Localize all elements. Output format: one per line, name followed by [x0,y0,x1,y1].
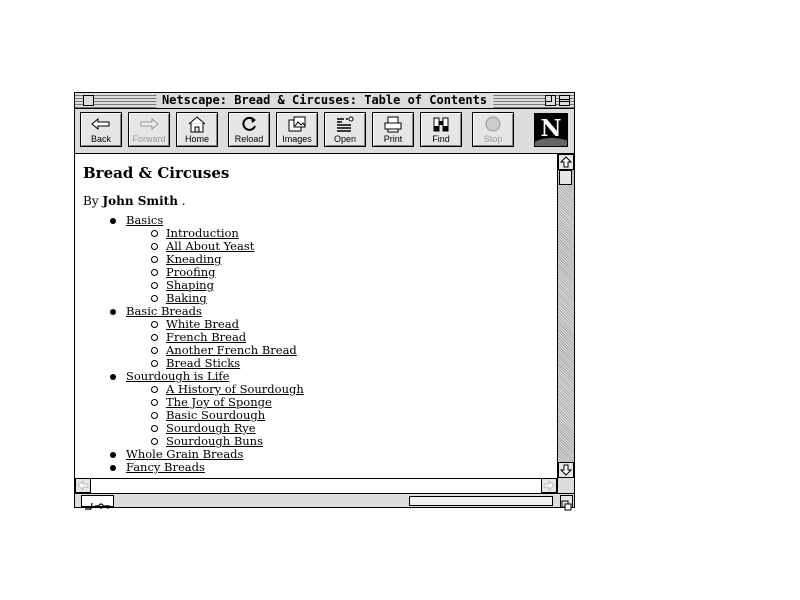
status-bar [75,493,574,511]
toc-item: White Bread [75,318,545,331]
toc-section: Basics [75,214,545,227]
open-button-label: Open [333,134,357,144]
images-icon [277,115,317,134]
vertical-scrollbar[interactable] [558,154,574,478]
stop-icon [473,115,513,134]
toolbar: Back Forward Home Reload Images Open Pri… [75,109,574,154]
toc-item: All About Yeast [75,240,545,253]
open-button[interactable]: Open [324,112,366,147]
horizontal-scrollbar[interactable] [75,478,558,493]
toc-item-link[interactable]: Shaping [166,279,545,292]
close-box[interactable] [83,95,94,106]
forward-arrow-icon [129,115,169,134]
home-button-label: Home [184,134,209,144]
toc-item: Another French Bread [75,344,545,357]
resize-icon [561,500,572,511]
toc-section: Fancy Breads [75,461,545,474]
byline-suffix: . [181,194,186,208]
left-arrow-icon [77,479,89,492]
print-button-label: Print [383,134,403,144]
toc-item-link[interactable]: Proofing [166,266,545,279]
scroll-track[interactable] [558,170,574,462]
stop-button[interactable]: Stop [472,112,514,147]
toc-item-link[interactable]: All About Yeast [166,240,545,253]
browser-window: Netscape: Bread & Circuses: Table of Con… [74,92,575,511]
scroll-right-arrow[interactable] [541,478,557,493]
home-button[interactable]: Home [176,112,218,147]
right-arrow-icon [543,479,555,492]
scroll-left-arrow[interactable] [75,478,91,493]
toc-item-link[interactable]: Baking [166,292,545,305]
toc-item: Introduction [75,227,545,240]
byline-prefix: By [83,194,99,208]
back-arrow-icon [81,115,121,134]
toc-item: Shaping [75,279,545,292]
page-heading: Bread & Circuses [83,164,230,182]
toc-section: Sourdough is Life [75,370,545,383]
toc-item-link[interactable]: Kneading [166,253,545,266]
up-arrow-icon [559,156,573,168]
down-arrow-icon [559,464,573,476]
reload-button-label: Reload [234,134,264,144]
netscape-logo[interactable]: N [534,113,568,147]
logo-letter: N [540,115,562,142]
forward-button-label: Forward [132,134,166,144]
stop-button-label: Stop [483,134,503,144]
reload-button[interactable]: Reload [228,112,270,147]
print-button[interactable]: Print [372,112,414,147]
forward-button[interactable]: Forward [128,112,170,147]
back-button[interactable]: Back [80,112,122,147]
progress-bar [409,496,553,506]
home-icon [177,115,217,134]
printer-icon [373,115,413,134]
author-name: John Smith [102,194,178,208]
toc-item: Proofing [75,266,545,279]
find-button[interactable]: Find [420,112,462,147]
title-bar[interactable]: Netscape: Bread & Circuses: Table of Con… [75,93,574,109]
resize-grow-box[interactable] [560,495,573,511]
images-button-label: Images [282,134,312,144]
back-button-label: Back [90,134,111,144]
toc-item: Kneading [75,253,545,266]
toc-section: Basic Breads [75,305,545,318]
toc-item: The Joy of Sponge [75,396,545,409]
open-icon [325,115,365,134]
toc-item: French Bread [75,331,545,344]
window-title: Netscape: Bread & Circuses: Table of Con… [155,93,494,108]
binoculars-icon [421,115,461,134]
scroll-down-arrow[interactable] [558,462,574,478]
zoom-box[interactable] [545,95,556,106]
byline: By John Smith . [83,194,186,208]
security-key-icon[interactable] [81,495,114,510]
collapse-box[interactable] [559,95,570,106]
table-of-contents: Basics Introduction All About Yeast Kneadin… [75,214,545,474]
images-button[interactable]: Images [276,112,318,147]
reload-icon [229,115,269,134]
page-content: Bread & Circuses By John Smith . Basics I… [75,154,558,478]
toc-section-link[interactable]: Fancy Breads [126,461,545,474]
scroll-thumb[interactable] [559,170,572,185]
toc-item: Sourdough Rye [75,422,545,435]
toc-item: A History of Sourdough [75,383,545,396]
find-button-label: Find [432,134,450,144]
toc-item: Basic Sourdough [75,409,545,422]
scroll-up-arrow[interactable] [558,154,574,170]
